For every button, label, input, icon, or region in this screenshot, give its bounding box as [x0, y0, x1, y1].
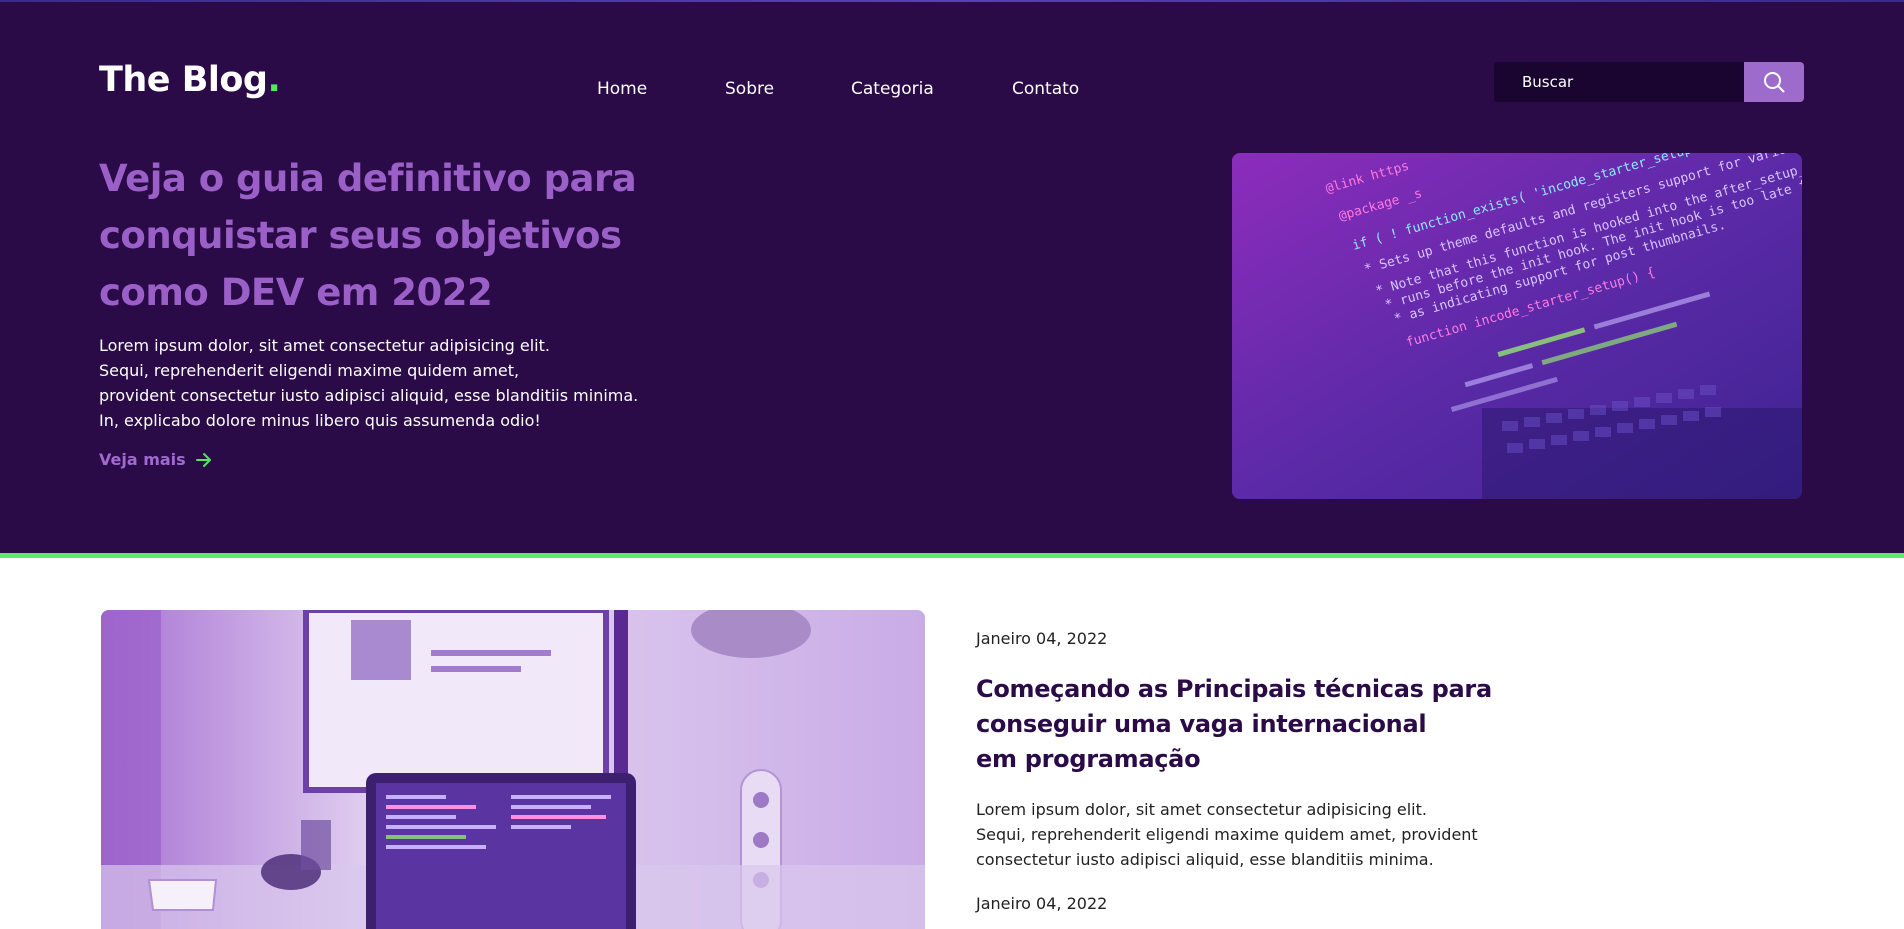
hero-text-line: provident consectetur iusto adipisci ali… [99, 386, 639, 405]
logo-dot: . [267, 60, 281, 100]
post-excerpt: Lorem ipsum dolor, sit amet consectetur … [976, 797, 1536, 872]
hero-title-line: Veja o guia definitivo para [99, 157, 637, 200]
nav-item-home[interactable]: Home [597, 78, 647, 100]
search-input[interactable] [1494, 62, 1744, 102]
hero-text-line: Sequi, reprehenderit eligendi maxime qui… [99, 361, 520, 380]
hero-title-line: como DEV em 2022 [99, 271, 493, 314]
hero-title: Veja o guia definitivo para conquistar s… [99, 150, 719, 321]
post-title[interactable]: Começando as Principais técnicas para co… [976, 672, 1536, 777]
logo[interactable]: The Blog. [99, 56, 281, 104]
see-more-label: Veja mais [99, 450, 186, 469]
search-button[interactable] [1744, 62, 1804, 102]
post-title-line: em programação [976, 745, 1201, 773]
logo-text: The Blog [99, 60, 268, 100]
see-more-link[interactable]: Veja mais [99, 448, 214, 472]
post-text-line: consectetur iusto adipisci aliquid, esse… [976, 850, 1434, 869]
post-date: Janeiro 04, 2022 [976, 894, 1108, 913]
post-title-line: Começando as Principais técnicas para [976, 675, 1492, 703]
post-title-line: conseguir uma vaga internacional [976, 710, 1427, 738]
hero-code-image: @link https @package _s if ( ! function_… [1232, 153, 1802, 499]
top-accent-line [0, 0, 1904, 2]
post-date: Janeiro 04, 2022 [976, 629, 1108, 648]
hero-description: Lorem ipsum dolor, sit amet consectetur … [99, 333, 679, 433]
nav-item-sobre[interactable]: Sobre [725, 78, 774, 100]
nav-item-contato[interactable]: Contato [1012, 78, 1079, 100]
search-icon [1764, 72, 1785, 93]
nav-item-categoria[interactable]: Categoria [851, 78, 934, 100]
post-text-line: Lorem ipsum dolor, sit amet consectetur … [976, 800, 1427, 819]
hero-title-line: conquistar seus objetivos [99, 214, 622, 257]
hero-text-line: In, explicabo dolore minus libero quis a… [99, 411, 541, 430]
arrow-right-icon [195, 453, 211, 467]
post-text-line: Sequi, reprehenderit eligendi maxime qui… [976, 825, 1478, 844]
hero-text-line: Lorem ipsum dolor, sit amet consectetur … [99, 336, 550, 355]
post-image[interactable] [101, 610, 925, 929]
search-form [1494, 62, 1804, 102]
section-divider [0, 553, 1904, 558]
